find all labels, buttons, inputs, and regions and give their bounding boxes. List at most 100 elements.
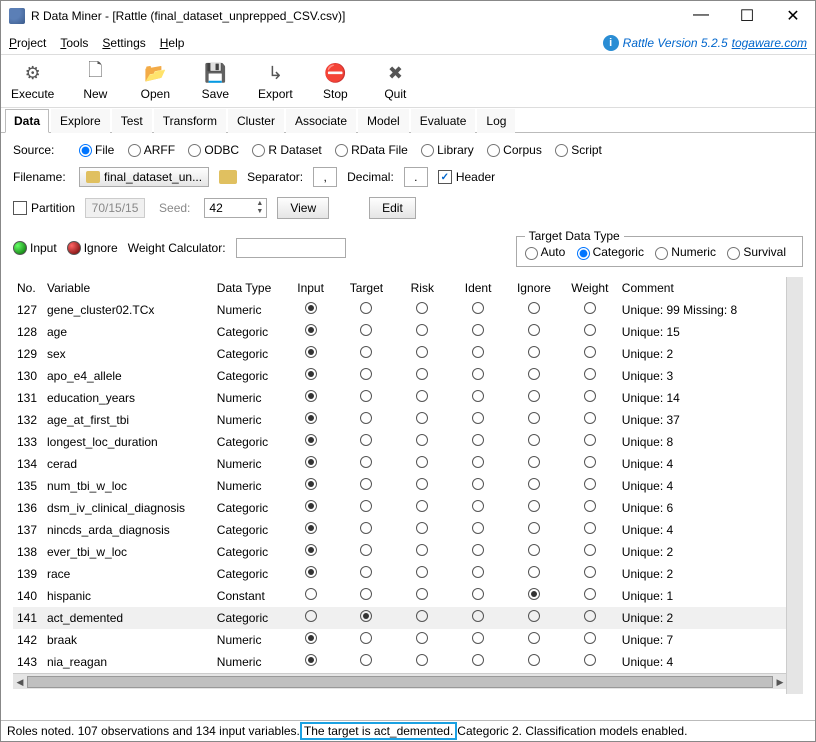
cell-ident[interactable] (450, 629, 506, 651)
cell-input[interactable] (283, 519, 339, 541)
cell-weight[interactable] (562, 629, 618, 651)
cell-risk[interactable] (394, 321, 450, 343)
cell-input[interactable] (283, 387, 339, 409)
source-script[interactable]: Script (552, 143, 602, 157)
cell-ident[interactable] (450, 519, 506, 541)
cell-risk[interactable] (394, 607, 450, 629)
cell-weight[interactable] (562, 541, 618, 563)
cell-ignore[interactable] (506, 607, 562, 629)
ignore-role[interactable]: Ignore (67, 241, 118, 256)
cell-ignore[interactable] (506, 475, 562, 497)
cell-ignore[interactable] (506, 629, 562, 651)
table-row[interactable]: 131 education_years NumericUnique: 14 (13, 387, 787, 409)
table-row[interactable]: 136 dsm_iv_clinical_diagnosis CategoricU… (13, 497, 787, 519)
tab-test[interactable]: Test (112, 109, 152, 133)
cell-risk[interactable] (394, 299, 450, 321)
col-variable[interactable]: Variable (43, 277, 213, 299)
cell-ident[interactable] (450, 409, 506, 431)
cell-ident[interactable] (450, 387, 506, 409)
tab-explore[interactable]: Explore (51, 109, 110, 133)
col-risk[interactable]: Risk (394, 277, 450, 299)
tb-open[interactable]: 📂 Open (136, 61, 174, 101)
cell-target[interactable] (339, 299, 395, 321)
tb-stop[interactable]: ⛔ Stop (316, 61, 354, 101)
cell-weight[interactable] (562, 563, 618, 585)
menu-help[interactable]: Help (160, 36, 185, 50)
tdt-survival[interactable]: Survival (724, 245, 786, 259)
cell-weight[interactable] (562, 343, 618, 365)
source-corpus[interactable]: Corpus (484, 143, 542, 157)
cell-ident[interactable] (450, 541, 506, 563)
cell-risk[interactable] (394, 629, 450, 651)
cell-input[interactable] (283, 497, 339, 519)
cell-risk[interactable] (394, 585, 450, 607)
tb-save[interactable]: 💾 Save (196, 61, 234, 101)
scroll-right-icon[interactable]: ▶ (773, 674, 787, 690)
tb-quit[interactable]: ✖ Quit (376, 61, 414, 101)
cell-input[interactable] (283, 585, 339, 607)
cell-ident[interactable] (450, 607, 506, 629)
weight-calc-input[interactable] (236, 238, 346, 258)
tab-data[interactable]: Data (5, 109, 49, 133)
cell-target[interactable] (339, 607, 395, 629)
tab-log[interactable]: Log (477, 109, 515, 133)
tab-cluster[interactable]: Cluster (228, 109, 284, 133)
cell-ident[interactable] (450, 343, 506, 365)
cell-ignore[interactable] (506, 431, 562, 453)
table-row[interactable]: 140 hispanic ConstantUnique: 1 (13, 585, 787, 607)
cell-ident[interactable] (450, 563, 506, 585)
cell-weight[interactable] (562, 651, 618, 673)
source-library[interactable]: Library (418, 143, 474, 157)
table-row[interactable]: 133 longest_loc_duration CategoricUnique… (13, 431, 787, 453)
col-data type[interactable]: Data Type (213, 277, 283, 299)
decimal-input[interactable] (404, 167, 428, 187)
cell-weight[interactable] (562, 519, 618, 541)
table-row[interactable]: 128 age CategoricUnique: 15 (13, 321, 787, 343)
tb-export[interactable]: ↳ Export (256, 61, 294, 101)
separator-input[interactable] (313, 167, 337, 187)
cell-input[interactable] (283, 409, 339, 431)
cell-weight[interactable] (562, 431, 618, 453)
source-r dataset[interactable]: R Dataset (249, 143, 322, 157)
tdt-categoric[interactable]: Categoric (573, 245, 644, 259)
cell-risk[interactable] (394, 497, 450, 519)
partition-checkbox[interactable]: Partition (13, 201, 75, 215)
cell-target[interactable] (339, 651, 395, 673)
cell-input[interactable] (283, 607, 339, 629)
cell-ident[interactable] (450, 321, 506, 343)
cell-target[interactable] (339, 387, 395, 409)
table-row[interactable]: 134 cerad NumericUnique: 4 (13, 453, 787, 475)
cell-input[interactable] (283, 475, 339, 497)
tab-model[interactable]: Model (358, 109, 409, 133)
cell-risk[interactable] (394, 453, 450, 475)
table-row[interactable]: 138 ever_tbi_w_loc CategoricUnique: 2 (13, 541, 787, 563)
seed-input[interactable] (205, 199, 253, 217)
cell-input[interactable] (283, 453, 339, 475)
col-target[interactable]: Target (339, 277, 395, 299)
table-row[interactable]: 130 apo_e4_allele CategoricUnique: 3 (13, 365, 787, 387)
cell-weight[interactable] (562, 497, 618, 519)
minimize-button[interactable]: — (687, 6, 715, 26)
cell-ident[interactable] (450, 475, 506, 497)
cell-weight[interactable] (562, 321, 618, 343)
cell-ignore[interactable] (506, 497, 562, 519)
cell-target[interactable] (339, 475, 395, 497)
cell-target[interactable] (339, 365, 395, 387)
cell-ignore[interactable] (506, 343, 562, 365)
cell-risk[interactable] (394, 365, 450, 387)
variables-grid[interactable]: No.VariableData TypeInputTargetRiskIdent… (13, 277, 803, 710)
cell-input[interactable] (283, 629, 339, 651)
scroll-thumb[interactable] (27, 676, 773, 688)
table-row[interactable]: 141 act_demented CategoricUnique: 2 (13, 607, 787, 629)
cell-ignore[interactable] (506, 519, 562, 541)
col-ident[interactable]: Ident (450, 277, 506, 299)
source-arff[interactable]: ARFF (124, 143, 175, 157)
tab-evaluate[interactable]: Evaluate (411, 109, 476, 133)
cell-ident[interactable] (450, 651, 506, 673)
tb-new[interactable]: 🗋 New (76, 61, 114, 101)
menu-settings[interactable]: Settings (102, 36, 145, 50)
cell-risk[interactable] (394, 431, 450, 453)
cell-input[interactable] (283, 651, 339, 673)
cell-target[interactable] (339, 541, 395, 563)
tb-execute[interactable]: ⚙ Execute (11, 61, 54, 101)
